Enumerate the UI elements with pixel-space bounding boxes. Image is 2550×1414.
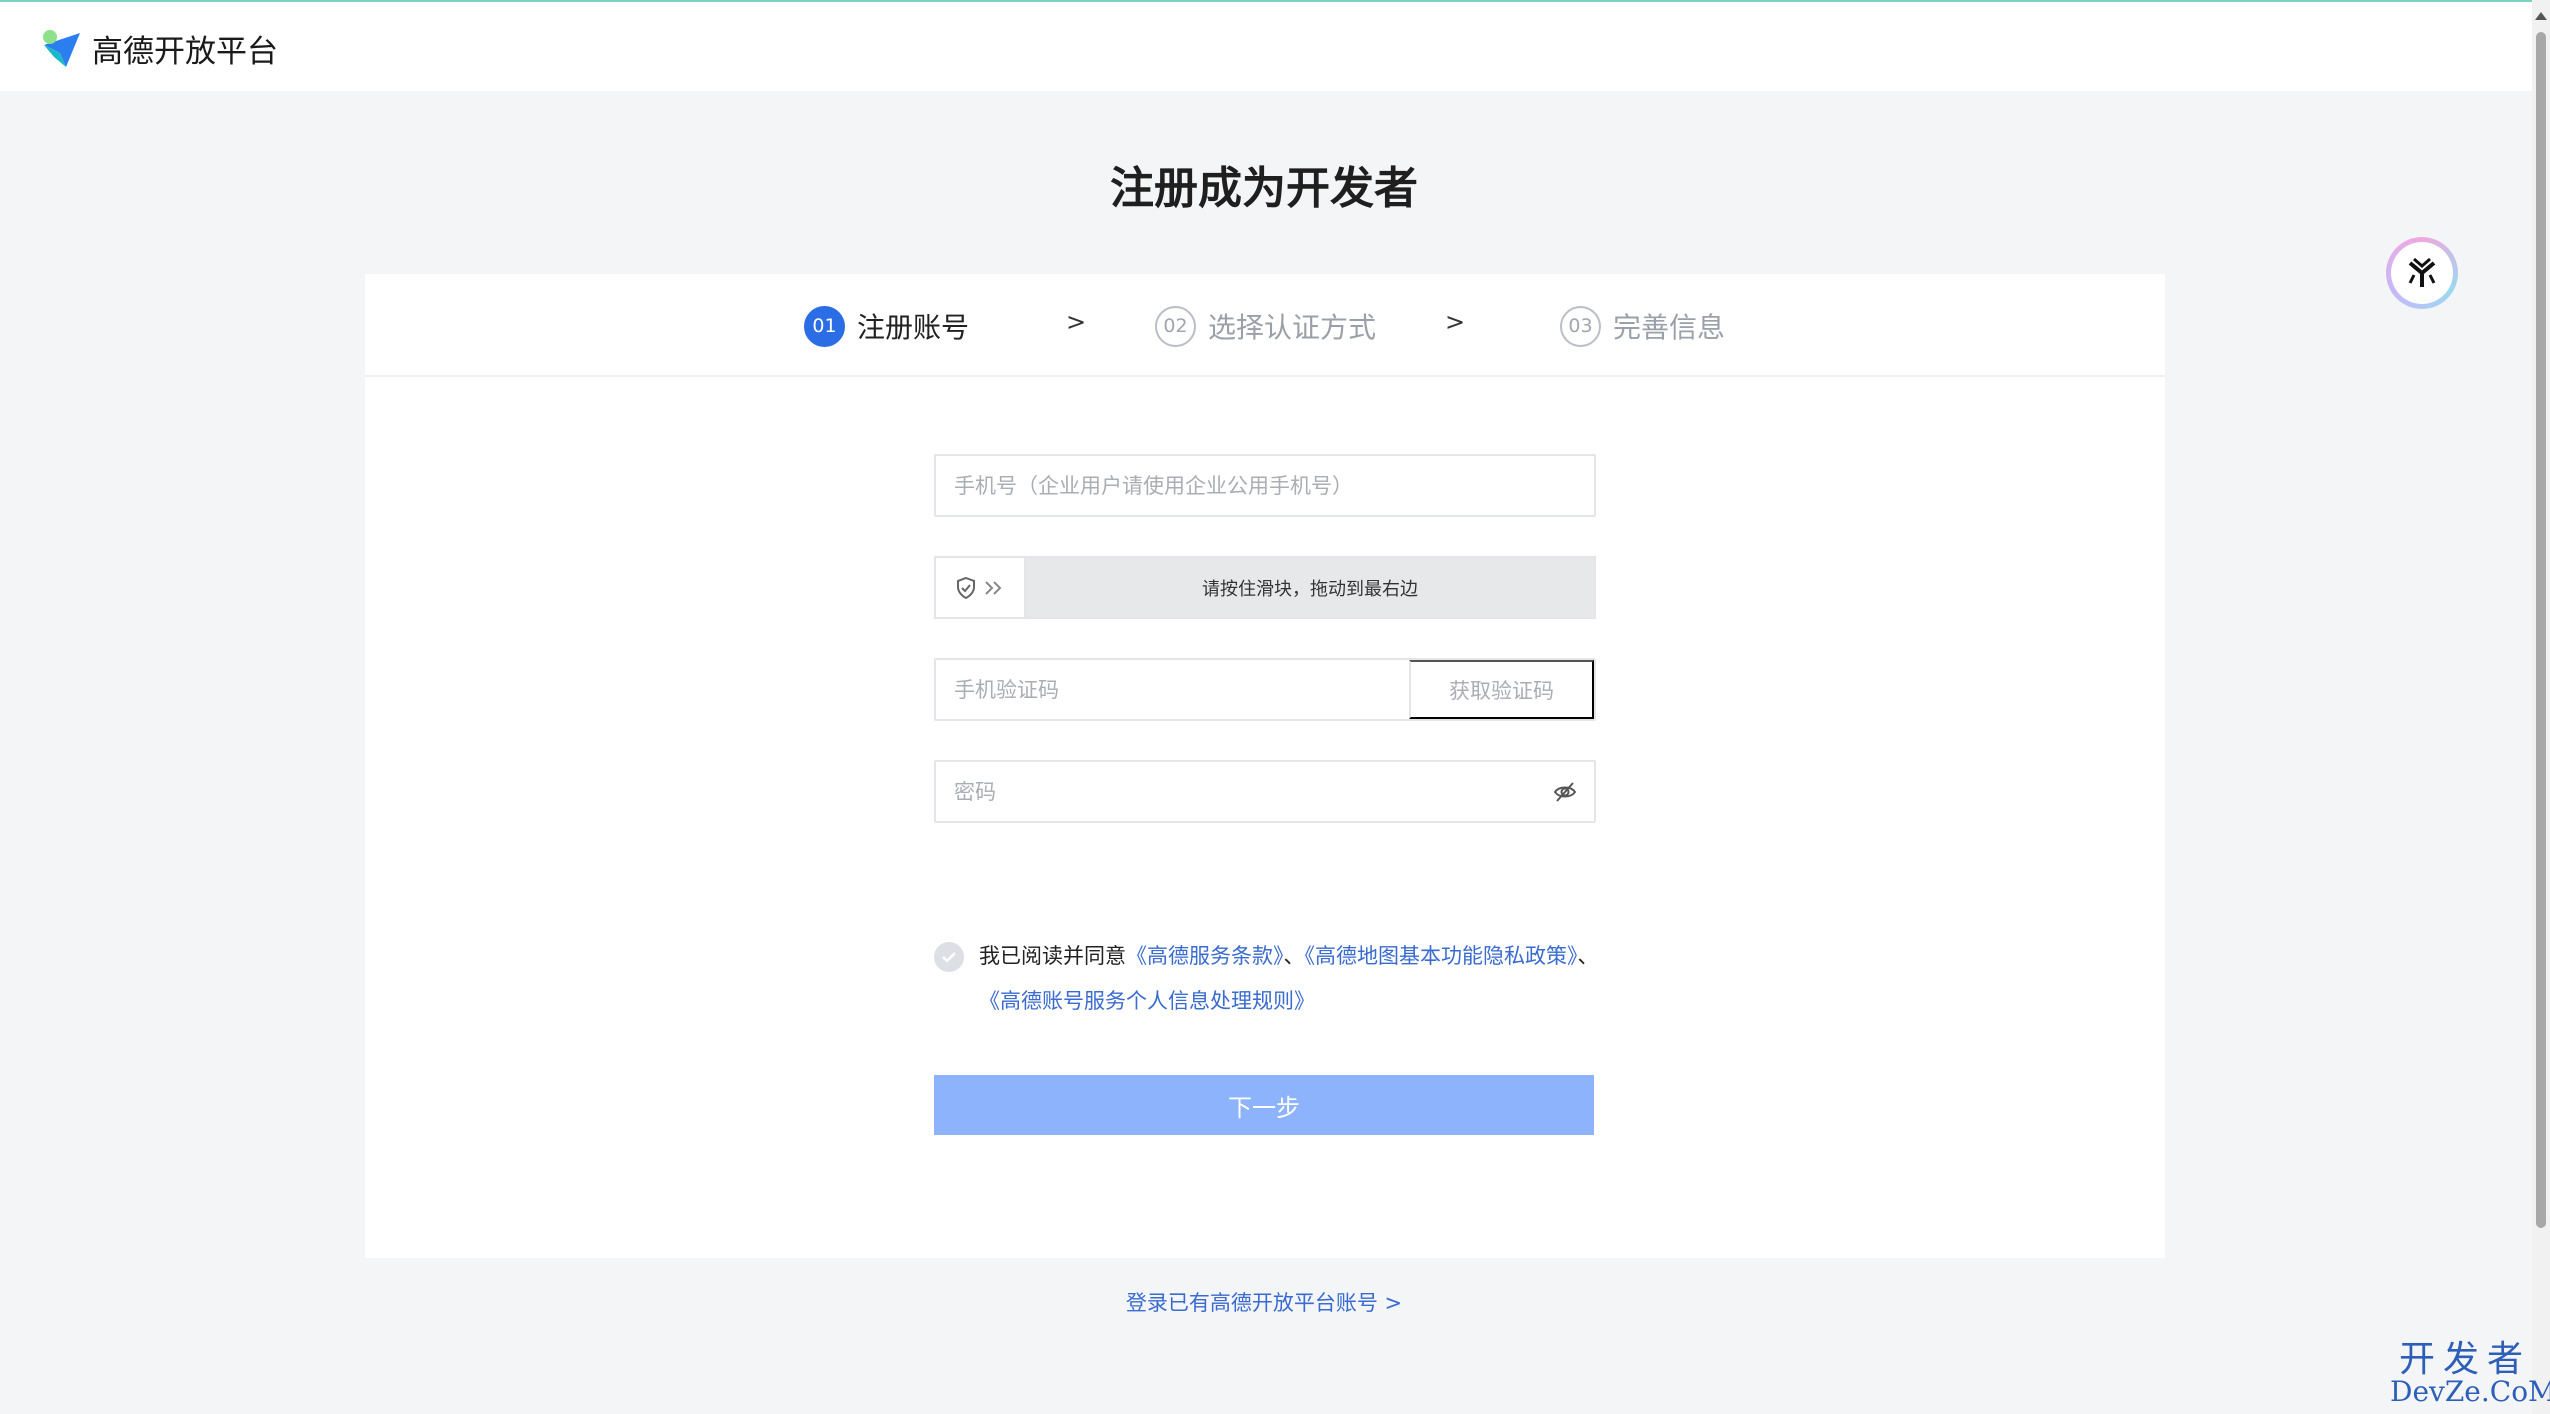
- double-chevron-right-icon: [985, 580, 1002, 595]
- agreement-block: 我已阅读并同意《高德服务条款》、《高德地图基本功能隐私政策》、 《高德账号服务个人…: [934, 934, 1634, 1024]
- brand-logo[interactable]: 高德开放平台: [40, 26, 278, 71]
- vertical-scrollbar[interactable]: [2532, 0, 2550, 1414]
- register-card: 01 注册账号 > 02 选择认证方式 > 03 完善信息 手机号（企业用户请使…: [365, 274, 2165, 1258]
- site-watermark: 开发者 DevZe.CoM: [2390, 1339, 2550, 1408]
- top-navigation-bar: 高德开放平台: [0, 0, 2532, 91]
- phone-field-wrapper: [934, 454, 1596, 517]
- check-icon: [942, 952, 956, 963]
- terms-link[interactable]: 《高德服务条款》: [1126, 944, 1284, 968]
- phone-input[interactable]: [936, 456, 1594, 515]
- password-input[interactable]: [936, 762, 1594, 821]
- shield-check-icon: [957, 576, 975, 599]
- slider-instruction: 请按住滑块，拖动到最右边: [1202, 578, 1418, 600]
- eye-off-icon[interactable]: [1552, 779, 1578, 805]
- brand-name: 高德开放平台: [92, 34, 278, 70]
- login-existing-account-link[interactable]: 登录已有高德开放平台账号 >: [0, 1287, 2528, 1317]
- step-number: 01: [804, 305, 845, 347]
- agreement-separator: 、: [1577, 944, 1599, 968]
- step-separator: >: [1445, 308, 1466, 336]
- sms-code-field-wrapper: 获取验证码: [934, 658, 1596, 721]
- assistant-badge: [2391, 242, 2453, 304]
- step-label: 完善信息: [1613, 311, 1726, 344]
- assistant-logo-icon: [2408, 257, 2436, 287]
- agreement-text: 我已阅读并同意《高德服务条款》、《高德地图基本功能隐私政策》、 《高德账号服务个人…: [934, 934, 1634, 1024]
- privacy-policy-link[interactable]: 《高德地图基本功能隐私政策》: [1305, 944, 1578, 968]
- step-complete-info: 03 完善信息: [1560, 304, 1725, 348]
- slider-handle[interactable]: [936, 558, 1026, 617]
- step-label: 选择认证方式: [1208, 311, 1377, 344]
- sms-code-input[interactable]: [936, 660, 1406, 719]
- get-code-button[interactable]: 获取验证码: [1409, 660, 1594, 719]
- slide-captcha: 请按住滑块，拖动到最右边: [934, 556, 1596, 619]
- password-field-wrapper: [934, 760, 1596, 823]
- floating-assistant-button[interactable]: [2386, 237, 2458, 309]
- watermark-top: 开发者: [2398, 1339, 2531, 1380]
- watermark-bottom: DevZe.CoM: [2390, 1375, 2550, 1408]
- step-register-account: 01 注册账号: [804, 304, 969, 348]
- scrollbar-thumb[interactable]: [2536, 32, 2546, 1228]
- step-label: 注册账号: [857, 311, 970, 344]
- agreement-separator: 、: [1283, 944, 1305, 968]
- step-choose-verification: 02 选择认证方式: [1155, 304, 1376, 348]
- next-step-button[interactable]: 下一步: [934, 1075, 1594, 1135]
- step-indicator: 01 注册账号 > 02 选择认证方式 > 03 完善信息: [365, 274, 2165, 377]
- account-rules-link[interactable]: 《高德账号服务个人信息处理规则》: [979, 989, 1315, 1013]
- step-number: 03: [1560, 305, 1601, 347]
- step-separator: >: [1066, 308, 1087, 336]
- amap-logo-icon: [43, 29, 80, 67]
- page-title: 注册成为开发者: [1110, 163, 1418, 214]
- step-number: 02: [1155, 305, 1196, 347]
- agreement-checkbox[interactable]: [934, 942, 964, 972]
- agreement-prefix: 我已阅读并同意: [979, 944, 1126, 968]
- scroll-up-arrow-icon[interactable]: [2535, 12, 2547, 20]
